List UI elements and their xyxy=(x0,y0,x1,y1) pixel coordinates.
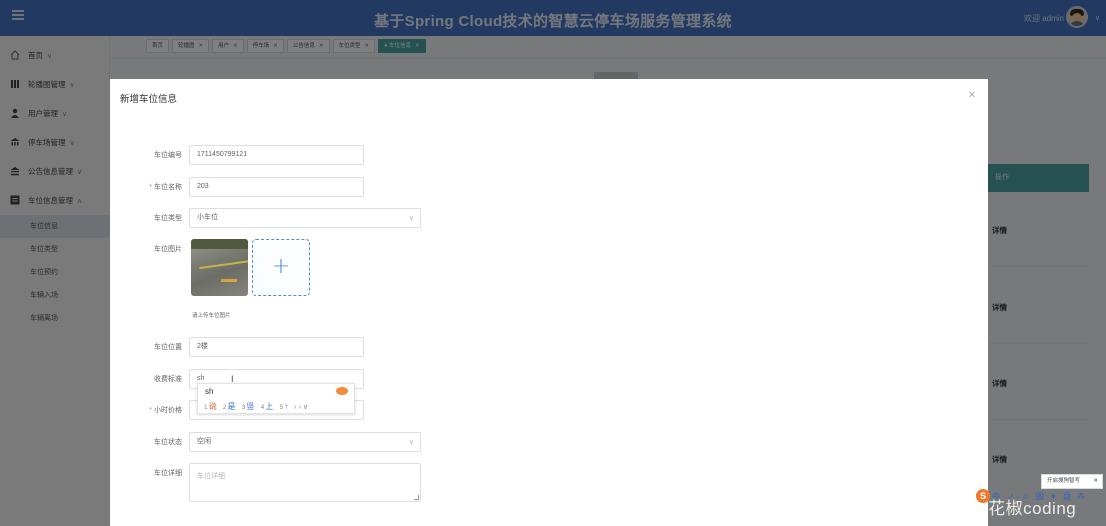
ime-candidate-popup: sh 1说 2是 3竖 4上 5↑ ‹ › ∨ xyxy=(197,383,355,414)
ime-candidate[interactable]: 4上 xyxy=(261,402,274,411)
name-field[interactable]: 203 xyxy=(189,177,364,197)
type-select-value: 小车位 xyxy=(197,214,218,221)
ime-candidate[interactable]: 3竖 xyxy=(242,402,255,411)
detail-label: 车位详细 xyxy=(154,470,182,477)
ime-composition: sh xyxy=(205,387,214,396)
name-label: * 车位名称 xyxy=(149,184,182,191)
sogou-logo-icon: S xyxy=(976,489,990,503)
upload-tip: 请上传车位图片 xyxy=(192,313,231,319)
ime-candidate[interactable]: 2是 xyxy=(223,402,236,411)
ime-candidate[interactable]: 1说 xyxy=(204,402,217,411)
type-select[interactable]: 小车位 ∨ xyxy=(189,208,421,228)
detail-placeholder: 车位详细 xyxy=(197,473,225,480)
chevron-down-icon: ∨ xyxy=(408,215,414,222)
ime-page-nav-icon[interactable]: ‹ › ∨ xyxy=(294,404,308,411)
sogou-toast[interactable]: 开启搜狗智写 ✕ xyxy=(1041,474,1103,489)
ime-candidate[interactable]: 5↑ xyxy=(279,402,288,411)
location-field[interactable]: 2楼 xyxy=(189,337,364,357)
space-image-thumbnail[interactable] xyxy=(191,239,248,296)
chevron-down-icon: ∨ xyxy=(408,439,414,446)
close-icon[interactable]: ✕ xyxy=(968,90,976,101)
sogou-logo-icon xyxy=(336,387,348,395)
status-label: 车位状态 xyxy=(154,439,182,446)
fee-label: 收费标准 xyxy=(154,376,182,383)
code-field[interactable]: 1711450799121 xyxy=(189,145,364,165)
type-label: 车位类型 xyxy=(154,215,182,222)
ime-status-bar[interactable]: S 中·ノ·☺ 图 ✦ 盘 ⁂ xyxy=(976,489,1104,506)
plus-icon: + xyxy=(271,254,291,279)
status-select[interactable]: 空闲 ∨ xyxy=(189,432,421,452)
location-label: 车位位置 xyxy=(154,344,182,351)
status-select-value: 空闲 xyxy=(197,438,211,445)
toast-text: 开启搜狗智写 xyxy=(1047,478,1081,484)
image-upload-button[interactable]: + xyxy=(252,239,310,296)
code-label: 车位编号 xyxy=(154,152,182,159)
ime-candidate-list: 1说 2是 3竖 4上 5↑ ‹ › ∨ xyxy=(204,401,308,412)
ime-status-text: 中·ノ·☺ 图 ✦ 盘 ⁂ xyxy=(992,492,1088,501)
detail-textarea[interactable]: 车位详细 xyxy=(189,463,421,502)
close-icon[interactable]: ✕ xyxy=(1093,475,1098,488)
dialog-title: 新增车位信息 xyxy=(120,94,178,105)
resize-handle-icon[interactable] xyxy=(414,495,419,500)
image-label: 车位图片 xyxy=(154,246,182,253)
hourly-label: * 小时价格 xyxy=(149,407,182,414)
